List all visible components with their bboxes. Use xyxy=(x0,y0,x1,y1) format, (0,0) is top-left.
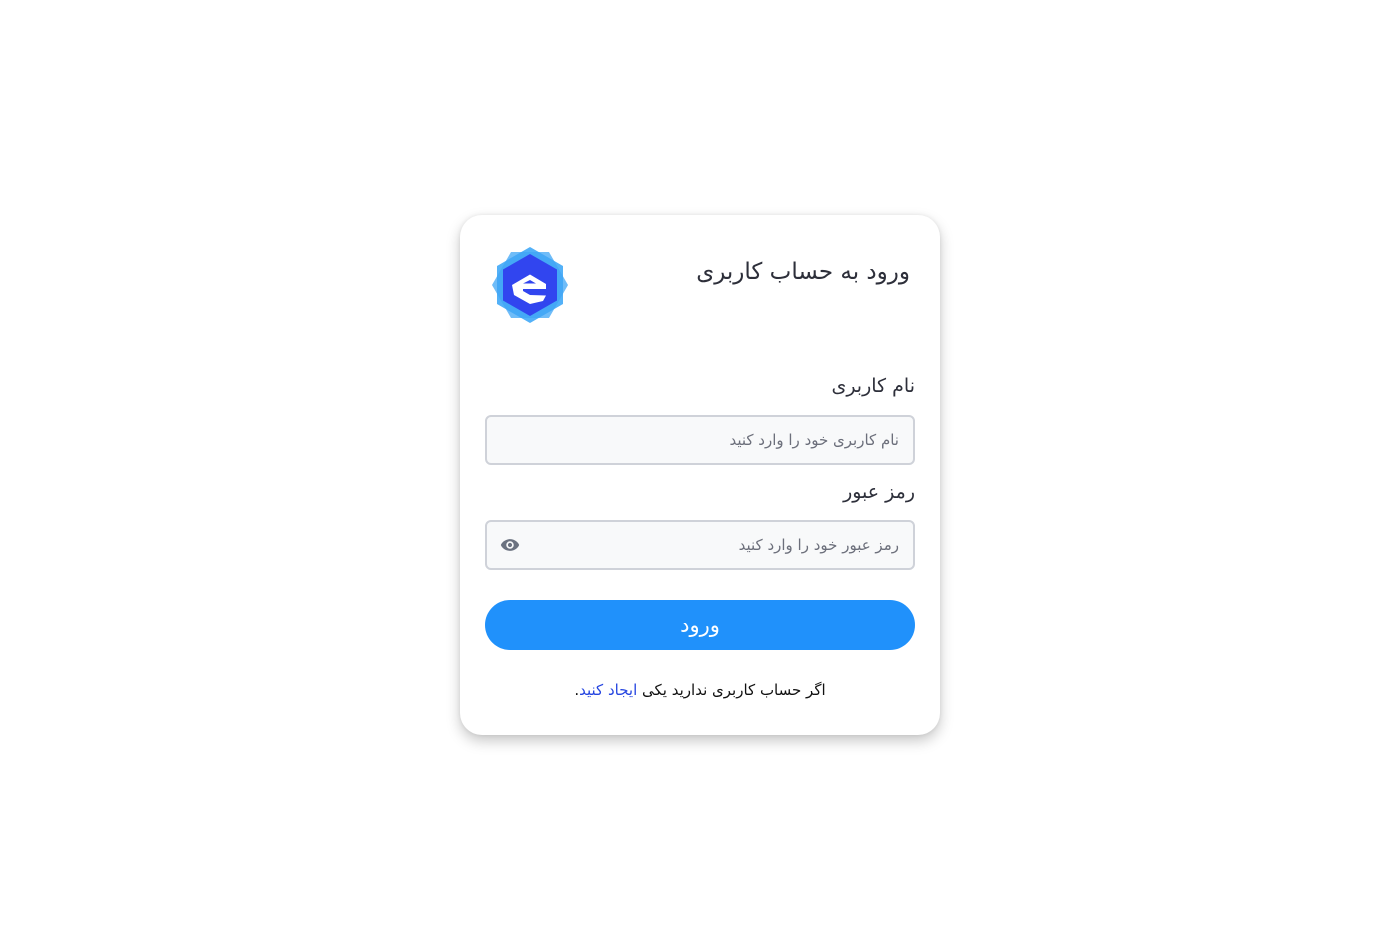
password-label: رمز عبور xyxy=(843,481,915,503)
password-field-wrapper xyxy=(485,520,915,570)
page-title: ورود به حساب کاربری xyxy=(696,259,910,285)
username-field-wrapper xyxy=(485,415,915,465)
signup-prompt-text: اگر حساب کاربری ندارید یکی xyxy=(637,681,826,699)
username-input[interactable] xyxy=(485,415,915,465)
eye-icon[interactable] xyxy=(499,535,521,555)
hexagon-e-logo xyxy=(492,247,568,323)
login-button[interactable]: ورود xyxy=(485,600,915,650)
signup-prompt: اگر حساب کاربری ندارید یکی ایجاد کنید. xyxy=(460,681,940,699)
username-label: نام کاربری xyxy=(831,375,915,397)
signup-link[interactable]: ایجاد کنید xyxy=(579,681,637,699)
password-input[interactable] xyxy=(485,520,915,570)
login-card: ورود به حساب کاربری نام کاربری رمز عبور … xyxy=(460,215,940,735)
